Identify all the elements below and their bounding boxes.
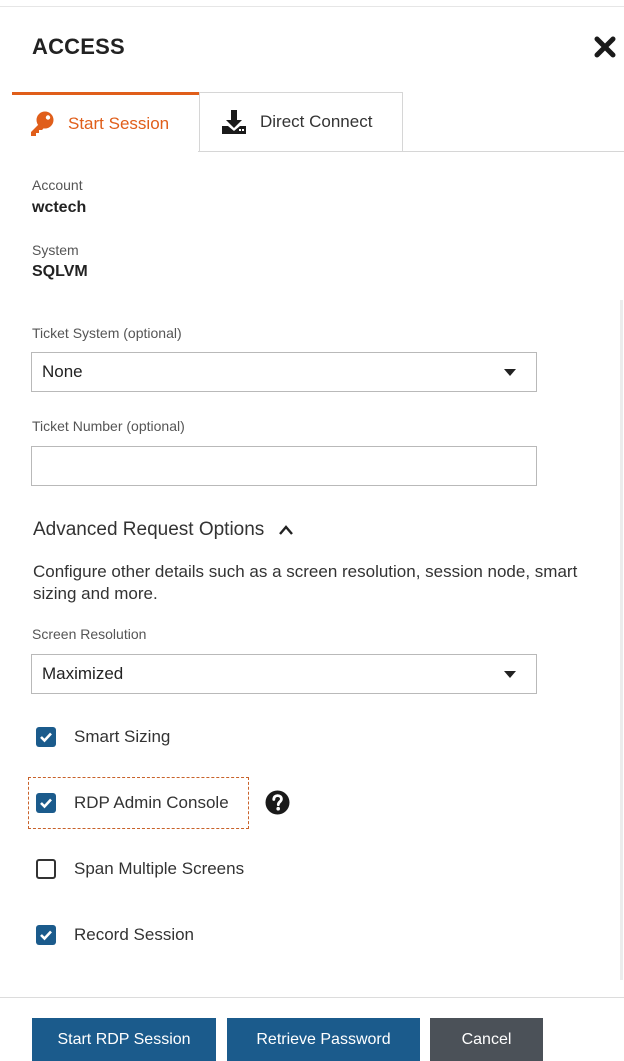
retrieve-password-button[interactable]: Retrieve Password: [227, 1018, 420, 1061]
checkbox-checked[interactable]: [36, 727, 56, 747]
tab-start-session-label: Start Session: [68, 113, 170, 133]
system-value: SQLVM: [32, 263, 88, 280]
option-label: Record Session: [74, 925, 195, 944]
ticket-system-label: Ticket System (optional): [32, 325, 182, 341]
scrollbar[interactable]: [620, 300, 623, 980]
option-rdp-admin-console[interactable]: RDP Admin Console: [36, 793, 229, 813]
checkbox-checked[interactable]: [36, 925, 56, 945]
option-label: RDP Admin Console: [74, 793, 229, 812]
caret-down-icon: [504, 369, 516, 376]
key-icon: [28, 110, 56, 138]
tab-start-session[interactable]: Start Session: [12, 92, 199, 152]
top-divider: [0, 6, 624, 7]
download-icon: [220, 108, 248, 136]
option-label: Smart Sizing: [74, 727, 171, 746]
ticket-number-label: Ticket Number (optional): [32, 418, 185, 434]
account-label: Account: [32, 177, 83, 193]
screen-resolution-select[interactable]: Maximized: [31, 654, 537, 694]
screen-resolution-value: Maximized: [42, 664, 124, 683]
checkmark-icon: [40, 732, 52, 743]
screen-resolution-label: Screen Resolution: [32, 626, 147, 642]
ticket-system-select[interactable]: None: [31, 352, 537, 392]
advanced-options-title: Advanced Request Options: [33, 519, 265, 540]
advanced-options-description: Configure other details such as a screen…: [33, 562, 578, 603]
advanced-options-toggle[interactable]: Advanced Request Options: [33, 519, 294, 541]
close-icon[interactable]: [594, 36, 616, 58]
help-icon[interactable]: [265, 790, 290, 815]
checkmark-icon: [40, 930, 52, 941]
checkmark-icon: [40, 798, 52, 809]
ticket-system-value: None: [42, 362, 83, 381]
chevron-up-icon: [279, 525, 294, 535]
ticket-number-input[interactable]: [31, 446, 537, 486]
option-span-multiple-screens[interactable]: Span Multiple Screens: [36, 859, 244, 879]
checkbox-checked[interactable]: [36, 793, 56, 813]
caret-down-icon: [504, 671, 516, 678]
panel-title: ACCESS: [32, 34, 125, 59]
option-smart-sizing[interactable]: Smart Sizing: [36, 727, 170, 747]
footer-divider: [0, 997, 624, 998]
checkbox-unchecked[interactable]: [36, 859, 56, 879]
tab-bar: Start Session Direct Connect: [12, 92, 624, 152]
tab-direct-connect[interactable]: Direct Connect: [199, 92, 403, 152]
system-label: System: [32, 242, 79, 258]
tab-direct-connect-label: Direct Connect: [260, 112, 373, 131]
account-value: wctech: [32, 199, 87, 216]
option-record-session[interactable]: Record Session: [36, 925, 194, 945]
start-rdp-session-button[interactable]: Start RDP Session: [32, 1018, 216, 1061]
option-label: Span Multiple Screens: [74, 859, 245, 878]
cancel-button[interactable]: Cancel: [430, 1018, 543, 1061]
